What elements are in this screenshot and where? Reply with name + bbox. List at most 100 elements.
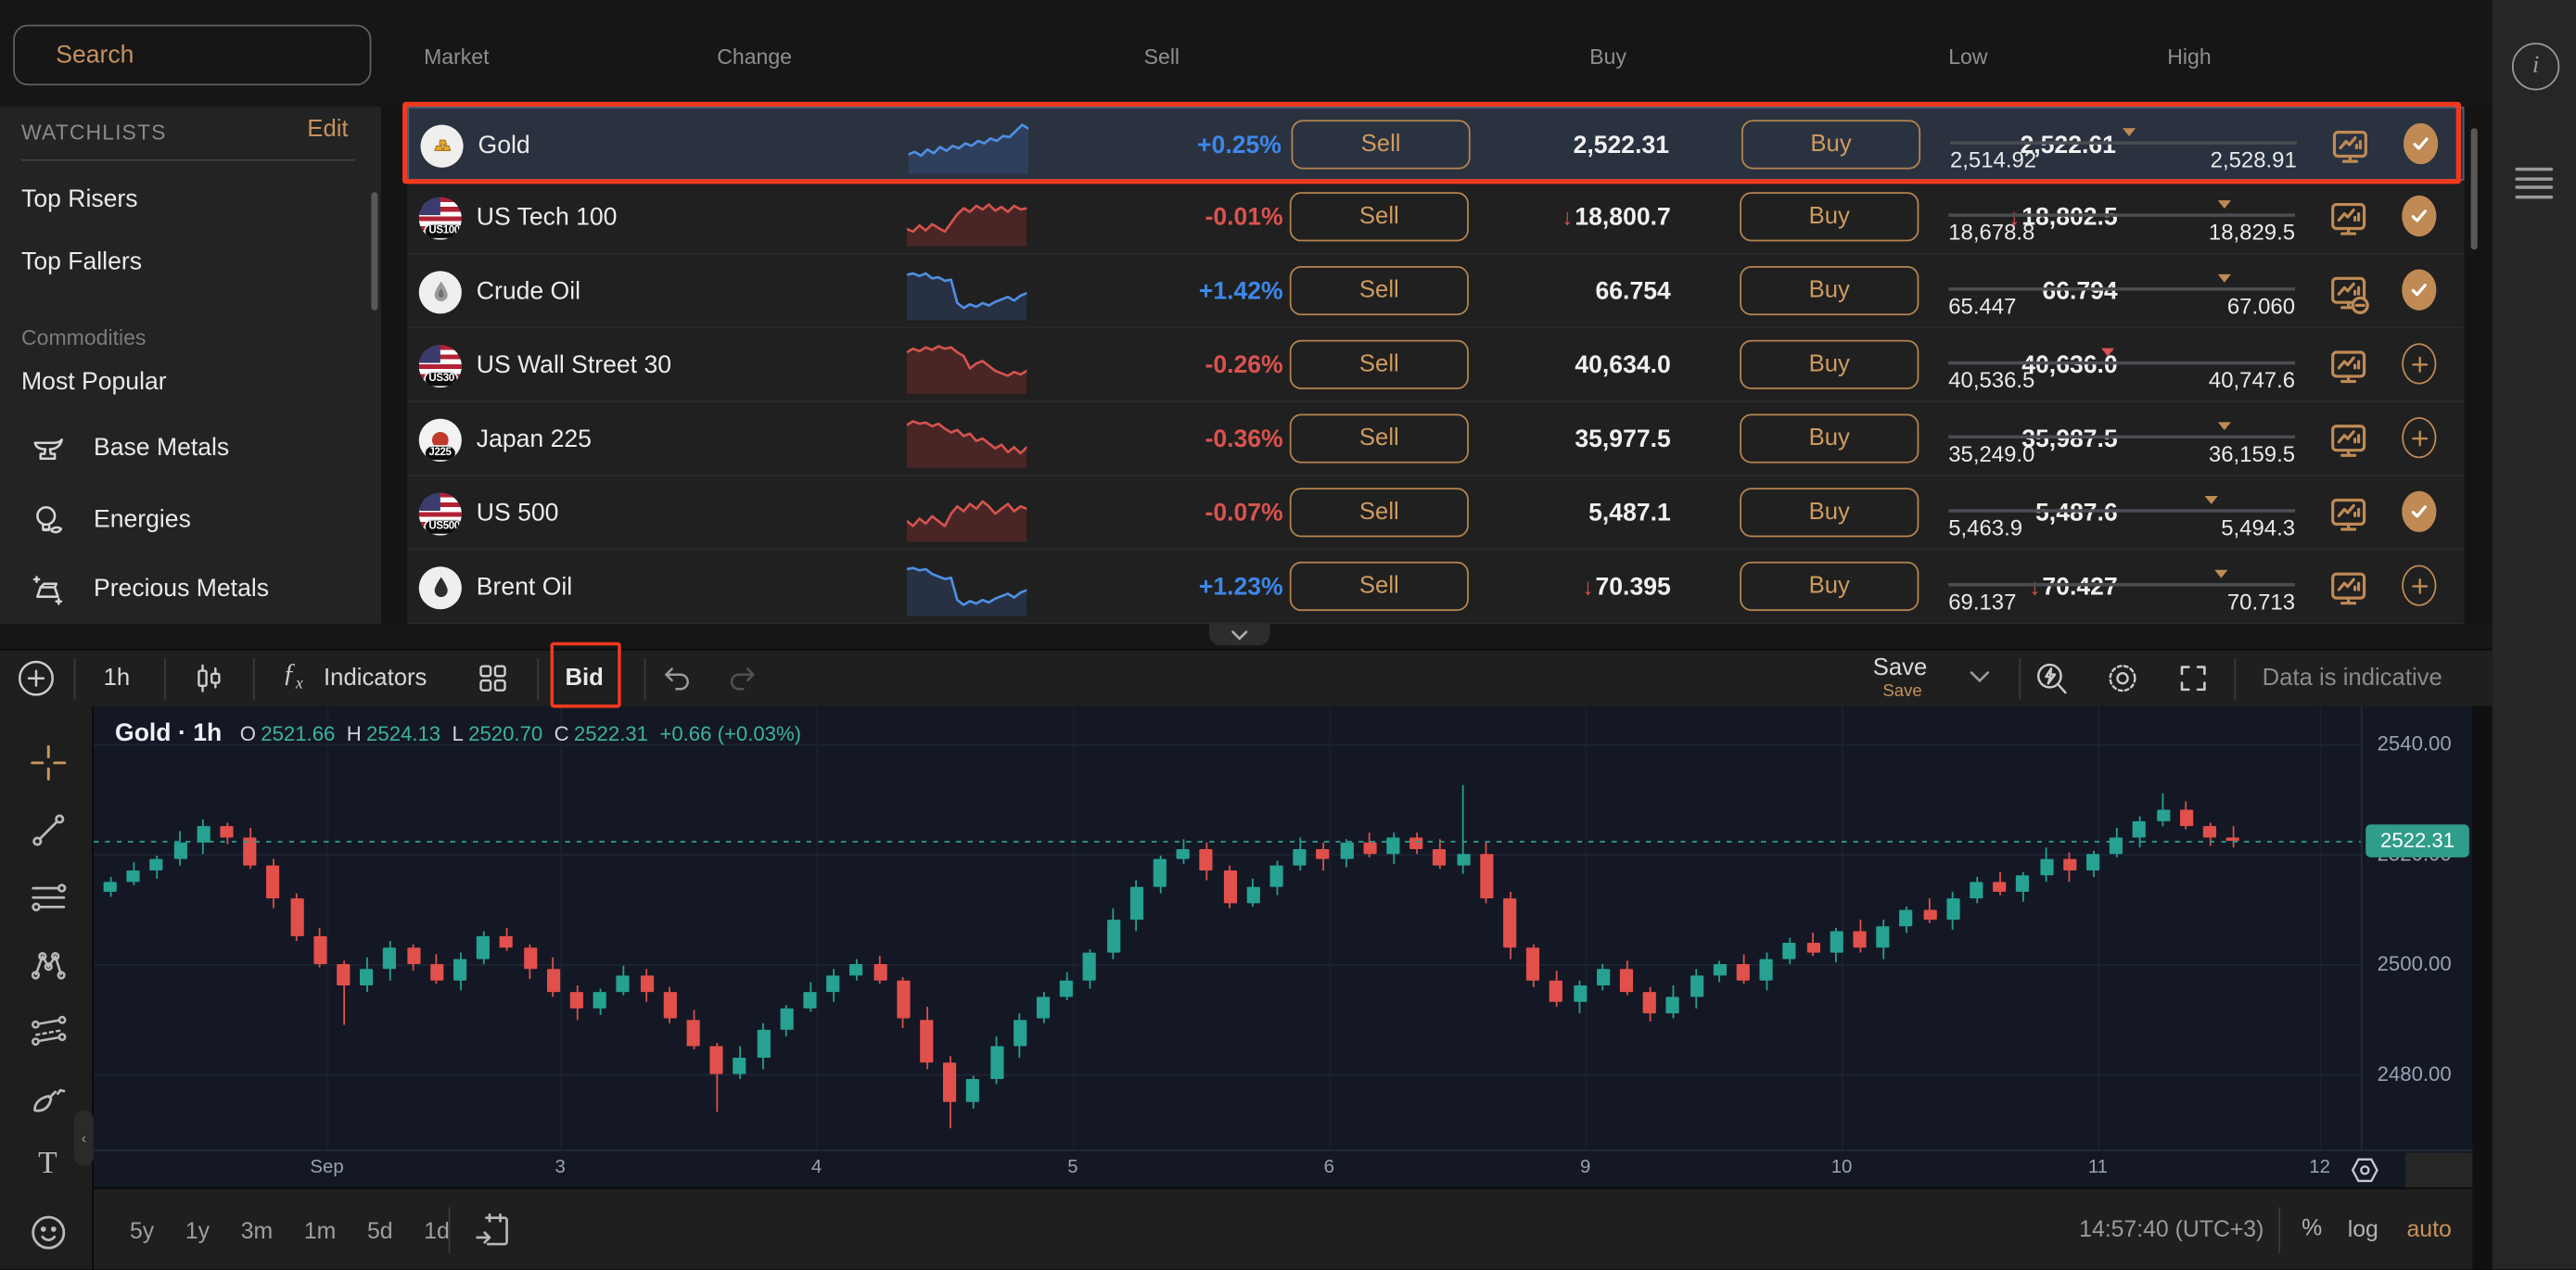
table-scrollbar[interactable] xyxy=(2471,128,2478,249)
add-to-watchlist-icon[interactable] xyxy=(2402,565,2436,605)
info-icon[interactable]: i xyxy=(2512,43,2559,90)
change-percent: +1.23% xyxy=(1199,573,1283,601)
range-marker xyxy=(2218,422,2231,430)
clock[interactable]: 14:57:40 (UTC+3) xyxy=(2079,1215,2264,1241)
buy-button[interactable]: Buy xyxy=(1740,192,1919,241)
log-scale-toggle[interactable]: log xyxy=(2348,1215,2378,1241)
added-to-watchlist-icon[interactable] xyxy=(2402,491,2436,532)
market-row-us-wall-street-30[interactable]: US30 US Wall Street 30 -0.26% 40,634.0 S… xyxy=(407,328,2464,402)
pattern-tool-icon[interactable] xyxy=(26,943,69,985)
sidebar-item-precious-metals[interactable]: Precious Metals xyxy=(94,575,269,603)
anvil-icon xyxy=(30,430,68,468)
time-axis[interactable]: Sep34569101112 xyxy=(94,1149,2472,1187)
emoji-tool-icon[interactable] xyxy=(26,1211,69,1253)
sell-button[interactable]: Sell xyxy=(1290,488,1469,537)
collapse-table-button[interactable] xyxy=(1209,624,1270,645)
sell-price: 40,634.0 xyxy=(1575,351,1670,379)
indicators-button[interactable]: Indicators xyxy=(324,666,427,692)
sidebar-item-most-popular[interactable]: Most Popular xyxy=(21,368,167,396)
timeframe-button[interactable]: 1h xyxy=(104,666,131,692)
edit-watchlists-button[interactable]: Edit xyxy=(307,117,348,143)
search-box[interactable] xyxy=(13,25,371,86)
chart-monitor-icon[interactable] xyxy=(2327,491,2369,538)
sidebar-item-energies[interactable]: Energies xyxy=(94,506,191,534)
redo-icon[interactable] xyxy=(724,660,759,694)
settings-gear-icon[interactable] xyxy=(2105,660,2141,696)
quick-search-icon[interactable] xyxy=(2034,660,2070,696)
market-row-crude-oil[interactable]: Crude Oil +1.42% 66.754 Sell 66.794 Buy … xyxy=(407,255,2464,329)
market-row-japan-225[interactable]: J225 Japan 225 -0.36% 35,977.5 Sell 35,9… xyxy=(407,402,2464,476)
sell-button[interactable]: Sell xyxy=(1290,192,1469,241)
menu-icon[interactable] xyxy=(2515,168,2553,205)
sidebar-item-base-metals[interactable]: Base Metals xyxy=(94,434,229,462)
bid-ask-toggle[interactable]: Bid xyxy=(565,666,603,692)
market-row-gold[interactable]: Gold +0.25% 2,522.31 Sell 2,522.61 Buy 2… xyxy=(407,107,2464,181)
crosshair-tool-icon[interactable] xyxy=(26,741,69,783)
sell-button[interactable]: Sell xyxy=(1290,413,1469,463)
add-chart-icon[interactable] xyxy=(17,658,57,698)
chart-bottom-bar: 5y 1y 3m 1m 5d 1d 14:57:40 (UTC+3) % log… xyxy=(94,1187,2472,1270)
save-sub-label: Save xyxy=(1882,681,1921,701)
range-5y[interactable]: 5y xyxy=(130,1216,154,1242)
range-1d[interactable]: 1d xyxy=(424,1216,450,1242)
layout-grid-icon[interactable] xyxy=(475,660,511,696)
added-to-watchlist-icon[interactable] xyxy=(2404,123,2438,164)
auto-scale-toggle[interactable]: auto xyxy=(2407,1215,2452,1241)
chart-monitor-icon[interactable] xyxy=(2327,123,2370,170)
sidebar-item-top-risers[interactable]: Top Risers xyxy=(21,185,138,213)
sidebar-item-top-fallers[interactable]: Top Fallers xyxy=(21,248,142,276)
buy-button[interactable]: Buy xyxy=(1740,488,1919,537)
sell-button[interactable]: Sell xyxy=(1290,266,1469,315)
sell-button[interactable]: Sell xyxy=(1290,562,1469,611)
indicators-fx-icon[interactable]: ƒx xyxy=(283,660,303,693)
rail-collapse-handle[interactable]: ‹ xyxy=(74,1111,94,1166)
percent-scale-toggle[interactable]: % xyxy=(2302,1213,2322,1239)
sell-button[interactable]: Sell xyxy=(1292,120,1471,169)
buy-button[interactable]: Buy xyxy=(1740,562,1919,611)
range-1y[interactable]: 1y xyxy=(185,1216,210,1242)
horizontal-lines-tool-icon[interactable] xyxy=(26,875,69,918)
text-tool-icon[interactable]: T xyxy=(26,1143,69,1186)
instrument-name: US Wall Street 30 xyxy=(477,351,671,379)
buy-button[interactable]: Buy xyxy=(1741,120,1920,169)
range-3m[interactable]: 3m xyxy=(241,1216,273,1242)
trend-line-tool-icon[interactable] xyxy=(26,808,69,851)
buy-button[interactable]: Buy xyxy=(1740,413,1919,463)
axis-settings-icon[interactable] xyxy=(2348,1153,2382,1187)
save-button[interactable]: Save xyxy=(1873,655,1928,681)
price-axis[interactable]: 2540.002520.002500.002480.002522.31 xyxy=(2361,706,2472,1149)
add-to-watchlist-icon[interactable] xyxy=(2402,343,2436,384)
range-marker xyxy=(2100,349,2113,357)
day-range: 2,514.92 2,528.91 xyxy=(1950,108,2297,183)
added-to-watchlist-icon[interactable] xyxy=(2402,196,2436,236)
sell-button[interactable]: Sell xyxy=(1290,340,1469,389)
range-5d[interactable]: 5d xyxy=(367,1216,393,1242)
brush-tool-icon[interactable] xyxy=(26,1075,69,1118)
candlestick-style-icon[interactable] xyxy=(191,660,227,696)
chart-monitor-icon[interactable] xyxy=(2327,343,2369,389)
market-row-us-tech-100[interactable]: US100 US Tech 100 -0.01% ↓18,800.7 Sell … xyxy=(407,181,2464,255)
projection-tool-icon[interactable] xyxy=(26,1010,69,1053)
added-to-watchlist-icon[interactable] xyxy=(2402,270,2436,311)
save-chevron-icon[interactable] xyxy=(1968,668,1991,685)
buy-button[interactable]: Buy xyxy=(1740,266,1919,315)
range-buttons: 5y 1y 3m 1m 5d 1d xyxy=(130,1189,450,1270)
chart-monitor-icon[interactable] xyxy=(2327,196,2369,242)
undo-icon[interactable] xyxy=(660,660,695,694)
sidebar-scrollbar[interactable] xyxy=(371,192,377,311)
market-row-brent-oil[interactable]: Brent Oil +1.23% ↓70.395 Sell ↓70.427 Bu… xyxy=(407,551,2464,625)
fullscreen-icon[interactable] xyxy=(2175,660,2212,696)
chart-monitor-icon[interactable] xyxy=(2327,565,2369,611)
time-tick: 12 xyxy=(2309,1158,2330,1177)
buy-button[interactable]: Buy xyxy=(1740,340,1919,389)
range-1m[interactable]: 1m xyxy=(304,1216,336,1242)
chart-monitor-icon[interactable] xyxy=(2327,417,2369,464)
column-header-sell: Sell xyxy=(1144,44,1180,70)
search-input[interactable] xyxy=(53,40,387,71)
add-to-watchlist-icon[interactable] xyxy=(2402,417,2436,458)
chart-monitor-icon[interactable] xyxy=(2327,270,2369,316)
market-row-us-500[interactable]: US500 US 500 -0.07% 5,487.1 Sell 5,487.6… xyxy=(407,476,2464,551)
goto-date-icon[interactable] xyxy=(473,1211,513,1251)
range-marker xyxy=(2218,274,2231,283)
candlestick-chart[interactable]: Gold · 1h O2521.66 H2524.13 L2520.70 C25… xyxy=(94,706,2361,1149)
